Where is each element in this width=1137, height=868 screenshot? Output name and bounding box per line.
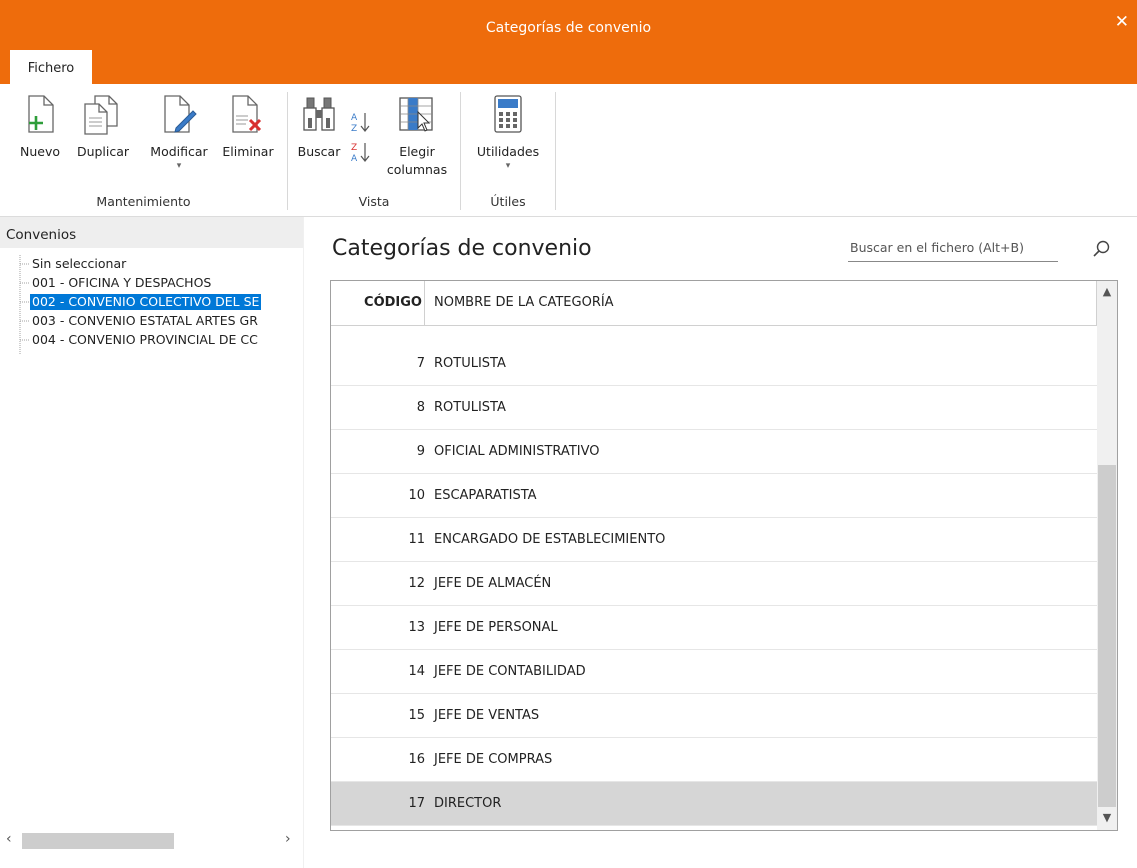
tree-item-001[interactable]: 001 - OFICINA Y DESPACHOS [30,275,213,291]
table-row[interactable]: 16 JEFE DE COMPRAS [331,738,1097,782]
elegir-columnas-button[interactable]: Elegir columnas [384,94,450,194]
delete-doc-icon [232,95,262,133]
modificar-button[interactable]: Modificar ▾ [140,94,218,186]
categories-table: CÓDIGO NOMBRE DE LA CATEGORÍA 7 ROTULISTA… [330,280,1118,831]
table-row[interactable]: 11 ENCARGADO DE ESTABLECIMIENTO [331,518,1097,562]
cell-codigo: 11 [408,532,425,547]
cell-nombre: DIRECTOR [434,796,502,811]
choose-columns-icon [399,97,433,132]
cell-nombre: JEFE DE PERSONAL [434,620,558,635]
tree-item-sin-seleccionar[interactable]: Sin seleccionar [30,256,128,272]
cell-codigo: 13 [408,620,425,635]
group-divider [460,92,461,210]
cell-nombre: JEFE DE VENTAS [434,708,540,723]
cell-codigo: 8 [416,400,425,415]
duplicate-doc-icon [84,95,118,135]
cell-nombre: JEFE DE CONTABILIDAD [434,664,586,679]
page-title: Categorías de convenio [332,236,592,261]
group-vista: Vista [358,194,390,209]
duplicar-button[interactable]: Duplicar [68,94,138,186]
tree-item-002[interactable]: 002 - CONVENIO COLECTIVO DEL SE [30,294,262,310]
scroll-up-icon[interactable]: ▲ [1097,285,1117,298]
svg-text:Z: Z [351,124,357,134]
sort-descending-button[interactable]: Z A [350,140,372,164]
elegir-label-2: columnas [386,162,448,177]
search-icon[interactable] [1093,240,1111,258]
modificar-label: Modificar [150,144,208,159]
table-row[interactable]: 8 ROTULISTA [331,386,1097,430]
vertical-scrollbar-thumb[interactable] [1098,465,1116,807]
edit-doc-icon [164,95,197,133]
cell-nombre: OFICIAL ADMINISTRATIVO [434,444,600,459]
utilidades-label: Utilidades [476,144,540,159]
table-header: CÓDIGO NOMBRE DE LA CATEGORÍA [331,281,1097,326]
table-row[interactable]: 12 JEFE DE ALMACÉN [331,562,1097,606]
scroll-left-icon[interactable]: ‹ [6,831,12,847]
horizontal-scrollbar-thumb[interactable] [22,833,174,849]
cell-codigo: 16 [408,752,425,767]
column-header-codigo[interactable]: CÓDIGO [331,281,425,325]
tree-item-004[interactable]: 004 - CONVENIO PROVINCIAL DE CC [30,332,260,348]
scroll-right-icon[interactable]: › [285,831,291,847]
panel-divider[interactable] [303,217,304,868]
scroll-down-icon[interactable]: ▼ [1097,811,1117,824]
buscar-button[interactable]: Buscar [294,94,344,186]
cell-codigo: 17 [408,796,425,811]
column-header-nombre[interactable]: NOMBRE DE LA CATEGORÍA [434,281,614,325]
nuevo-button[interactable]: Nuevo [14,94,66,186]
window-title: Categorías de convenio [485,20,652,36]
cell-nombre: ESCAPARATISTA [434,488,537,503]
table-row[interactable]: 10 ESCAPARATISTA [331,474,1097,518]
tree-item-003[interactable]: 003 - CONVENIO ESTATAL ARTES GR [30,313,260,329]
cell-codigo: 7 [416,356,425,371]
vertical-scrollbar[interactable]: ▲ ▼ [1097,281,1117,830]
duplicar-label: Duplicar [76,144,130,159]
binoculars-icon [303,97,335,131]
cell-codigo: 15 [408,708,425,723]
table-row[interactable]: 13 JEFE DE PERSONAL [331,606,1097,650]
table-row[interactable]: 14 JEFE DE CONTABILIDAD [331,650,1097,694]
chevron-down-icon: ▾ [505,161,511,171]
cell-codigo: 10 [408,488,425,503]
sort-ascending-button[interactable]: A Z [350,110,372,134]
nuevo-label: Nuevo [19,144,60,159]
group-divider [287,92,288,210]
elegir-label-1: Elegir [399,144,435,159]
cell-nombre: ENCARGADO DE ESTABLECIMIENTO [434,532,666,547]
group-utiles: Útiles [490,194,526,209]
convenios-tree-panel: Convenios Sin seleccionar 001 - OFICINA … [0,217,303,868]
cell-codigo: 14 [408,664,425,679]
cell-codigo: 12 [408,576,425,591]
table-row[interactable]: 17 DIRECTOR [331,782,1097,826]
tab-fichero[interactable]: Fichero [10,50,92,84]
table-row[interactable]: 15 JEFE DE VENTAS [331,694,1097,738]
svg-text:Z: Z [351,143,357,153]
close-icon[interactable]: ✕ [1115,12,1129,32]
group-divider [555,92,556,210]
sort-az-icon: A Z [351,113,370,134]
table-row[interactable]: 9 OFICIAL ADMINISTRATIVO [331,430,1097,474]
cell-nombre: JEFE DE COMPRAS [434,752,553,767]
utilidades-button[interactable]: Utilidades ▾ [466,94,550,186]
new-doc-icon [28,95,54,133]
chevron-down-icon: ▾ [176,161,182,171]
calculator-icon [494,95,522,133]
cell-nombre: ROTULISTA [434,400,506,415]
eliminar-button[interactable]: Eliminar [218,94,278,186]
buscar-label: Buscar [297,144,341,159]
svg-text:A: A [351,154,358,164]
eliminar-label: Eliminar [222,144,274,159]
cell-nombre: JEFE DE ALMACÉN [434,576,552,591]
sort-za-icon: Z A [351,143,370,164]
ribbon: Nuevo Duplicar Modificar ▾ Eliminar Mant… [0,84,1137,217]
group-mantenimiento: Mantenimiento [96,194,191,209]
cell-nombre: ROTULISTA [434,356,506,371]
table-row[interactable]: 7 ROTULISTA [331,342,1097,386]
cell-codigo: 9 [416,444,425,459]
search-input[interactable]: Buscar en el fichero (Alt+B) [848,234,1058,262]
svg-text:A: A [351,113,358,123]
title-bar: Categorías de convenio ✕ Fichero [0,0,1137,84]
tree-header: Convenios [0,217,303,248]
